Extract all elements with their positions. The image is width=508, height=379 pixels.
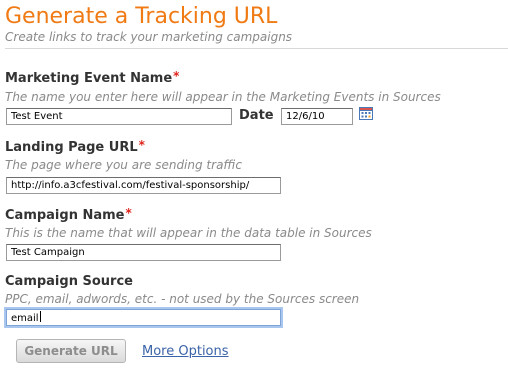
campaign-source-value: email — [11, 313, 39, 324]
generate-url-button[interactable]: Generate URL — [16, 339, 126, 363]
campaign-name-label-text: Campaign Name — [5, 208, 125, 223]
landing-url-label: Landing Page URL* — [5, 138, 145, 157]
required-mark: * — [138, 138, 145, 152]
landing-url-label-text: Landing Page URL — [5, 140, 138, 155]
campaign-name-label: Campaign Name* — [5, 206, 132, 225]
date-label: Date — [239, 108, 274, 123]
date-input[interactable]: 12/6/10 — [281, 108, 353, 125]
event-name-label: Marketing Event Name* — [5, 69, 180, 88]
event-name-label-text: Marketing Event Name — [5, 71, 173, 86]
campaign-name-input[interactable]: Test Campaign — [6, 244, 281, 261]
campaign-source-label-text: Campaign Source — [5, 274, 133, 289]
campaign-source-label: Campaign Source — [5, 273, 133, 291]
required-mark: * — [173, 69, 180, 83]
campaign-source-help: PPC, email, adwords, etc. - not used by … — [5, 292, 360, 306]
header-divider — [5, 48, 508, 49]
page-subtitle: Create links to track your marketing cam… — [5, 30, 293, 44]
more-options-link[interactable]: More Options — [142, 343, 229, 361]
campaign-source-input[interactable]: email — [6, 309, 281, 326]
campaign-name-help: This is the name that will appear in the… — [5, 226, 372, 240]
landing-url-help: The page where you are sending traffic — [5, 158, 243, 172]
required-mark: * — [125, 206, 132, 220]
calendar-icon[interactable] — [359, 106, 373, 120]
page-title: Generate a Tracking URL — [5, 4, 278, 29]
event-name-input[interactable]: Test Event — [6, 108, 232, 125]
landing-url-input[interactable]: http://info.a3cfestival.com/festival-spo… — [6, 177, 281, 194]
text-caret — [39, 311, 41, 322]
event-name-help: The name you enter here will appear in t… — [5, 90, 441, 104]
